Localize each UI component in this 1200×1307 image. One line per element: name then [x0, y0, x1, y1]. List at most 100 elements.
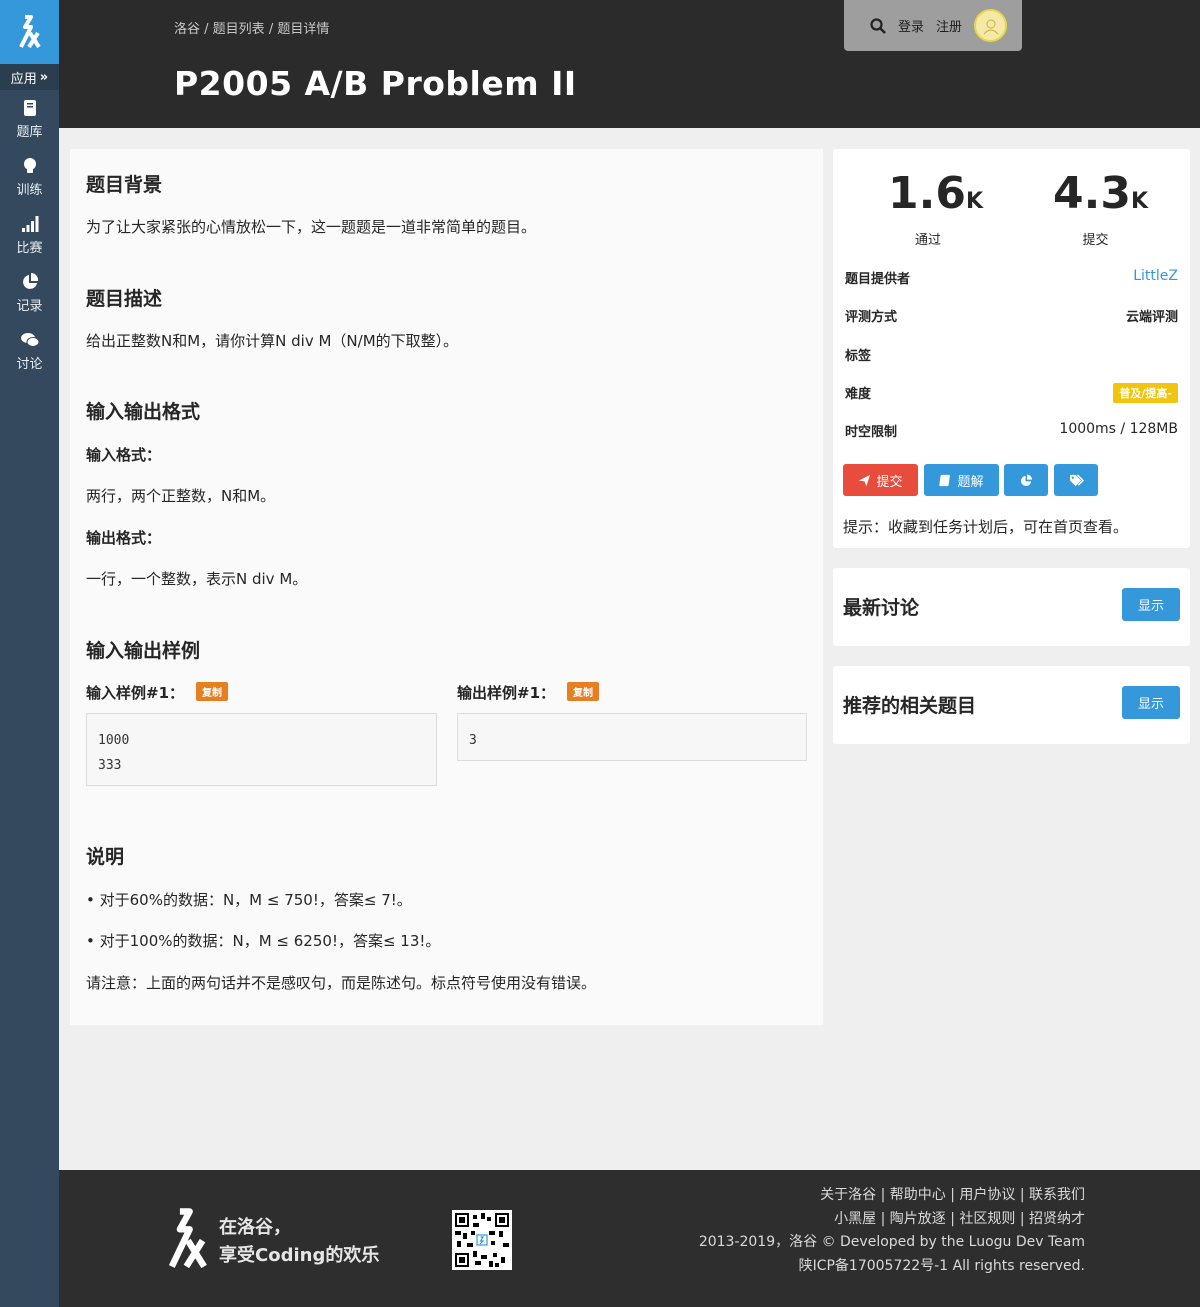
- input-sample-box[interactable]: 1000 333: [86, 713, 437, 786]
- breadcrumb-problem-list[interactable]: 题目列表: [213, 22, 265, 37]
- book-icon: [23, 99, 36, 116]
- footer-links-row[interactable]: 关于洛谷 | 帮助中心 | 用户协议 | 联系我们: [699, 1184, 1085, 1208]
- show-discussion-button[interactable]: 显示: [1122, 588, 1180, 621]
- sidebar-item-problems[interactable]: 题库: [0, 90, 59, 148]
- output-format-label: 输出格式：: [86, 529, 162, 547]
- user-nav: 登录 注册: [844, 0, 1022, 51]
- luogu-logo[interactable]: [0, 0, 59, 64]
- luogu-logo-icon: [168, 1208, 207, 1269]
- qr-code: [452, 1210, 512, 1270]
- breadcrumb-separator: /: [264, 22, 278, 37]
- footer-links-row[interactable]: 小黑屋 | 陶片放逐 | 社区规则 | 招贤纳才: [699, 1208, 1085, 1232]
- difficulty-label: 难度: [845, 387, 872, 402]
- info-row-limits: 时空限制 1000ms / 128MB: [845, 421, 1178, 441]
- sidebar-item-label: 讨论: [16, 356, 43, 372]
- related-title: 推荐的相关题目: [843, 695, 977, 717]
- background-text: 为了让大家紧张的心情放松一下，这一题题是一道非常简单的题目。: [86, 218, 537, 236]
- description-title: 题目描述: [86, 288, 163, 310]
- copy-output-button[interactable]: 复制: [567, 682, 600, 701]
- io-format-title: 输入输出格式: [86, 401, 201, 423]
- sidebar-item-label: 比赛: [16, 240, 43, 256]
- breadcrumb-home[interactable]: 洛谷: [174, 22, 200, 37]
- luogu-logo-icon: [18, 15, 41, 49]
- page-title: P2005 A/B Problem II: [174, 64, 577, 103]
- submitted-label: 提交: [1082, 233, 1109, 248]
- provider-link[interactable]: LittleZ: [1133, 268, 1178, 284]
- breadcrumb-separator: /: [200, 22, 213, 37]
- input-format-label: 输入格式：: [86, 446, 162, 464]
- judge-label: 评测方式: [845, 310, 898, 325]
- limit-label: 时空限制: [845, 425, 898, 440]
- breadcrumb: 洛谷 / 题目列表 / 题目详情: [174, 18, 329, 37]
- info-row-difficulty: 难度 普及/提高-: [845, 383, 1178, 403]
- description-text: 给出正整数N和M，请你计算N div M（N/M的下取整）。: [86, 332, 459, 350]
- avatar-placeholder-icon: [983, 19, 998, 34]
- output-sample-box[interactable]: 3: [457, 713, 807, 761]
- app-toggle[interactable]: 应用 »: [0, 64, 59, 90]
- slogan-line: 在洛谷，: [219, 1217, 291, 1238]
- note-line: 请注意：上面的两句话并不是感叹句，而是陈述句。标点符号使用没有错误。: [86, 974, 597, 992]
- footer-slogan: 在洛谷， 享受Coding的欢乐: [219, 1214, 379, 1270]
- note-line: • 对于60%的数据：N，M ≤ 750!，答案≤ 7!。: [86, 891, 412, 909]
- sidebar-item-records[interactable]: 记录: [0, 264, 59, 322]
- copy-input-button[interactable]: 复制: [196, 682, 229, 701]
- statistics-button[interactable]: [1004, 464, 1048, 496]
- sidebar-item-label: 题库: [16, 124, 43, 140]
- submit-button[interactable]: 提交: [843, 464, 918, 496]
- tags-icon: [1069, 473, 1084, 486]
- slogan-line: 享受Coding的欢乐: [219, 1245, 380, 1266]
- passed-stat: 1.6K 通过: [888, 168, 983, 249]
- background-title: 题目背景: [86, 174, 163, 196]
- footer: 在洛谷， 享受Coding的欢乐 关于洛谷 | 帮助中心 | 用户协议 | 联系…: [59, 1170, 1200, 1307]
- limit-value: 1000ms / 128MB: [1059, 421, 1178, 437]
- double-chevron-right-icon: »: [39, 69, 49, 85]
- output-format-text: 一行，一个整数，表示N div M。: [86, 570, 308, 588]
- output-sample-header: 输出样例#1： 复制: [457, 682, 600, 703]
- sidebar: 应用 » 题库 训练 比赛 记录 讨论: [0, 0, 59, 1307]
- qr-code-icon: [455, 1213, 509, 1267]
- note-line: • 对于100%的数据：N，M ≤ 6250!，答案≤ 13!。: [86, 932, 441, 950]
- footer-icp[interactable]: 陕ICP备17005722号-1 All rights reserved.: [699, 1255, 1085, 1279]
- favorite-hint: 提示：收藏到任务计划后，可在首页查看。: [843, 518, 1129, 536]
- signal-icon: [21, 215, 38, 232]
- show-related-button[interactable]: 显示: [1122, 686, 1180, 719]
- samples-title: 输入输出样例: [86, 640, 201, 662]
- tags-button[interactable]: [1054, 464, 1098, 496]
- tags-label: 标签: [845, 349, 872, 364]
- sidebar-item-contests[interactable]: 比赛: [0, 206, 59, 264]
- passed-count: 1.6: [888, 168, 966, 219]
- judge-value: 云端评测: [1125, 310, 1178, 325]
- submitted-unit: K: [1130, 189, 1149, 214]
- search-icon[interactable]: [870, 17, 886, 34]
- lightbulb-icon: [23, 157, 36, 173]
- notes-title: 说明: [86, 846, 125, 868]
- info-row-provider: 题目提供者 LittleZ: [845, 268, 1178, 288]
- difficulty-badge: 普及/提高-: [1113, 383, 1178, 403]
- problem-info-card: 1.6K 通过 4.3K 提交 题目提供者 LittleZ 评测方式 云端评测 …: [833, 149, 1190, 548]
- info-row-judge: 评测方式 云端评测: [845, 306, 1178, 326]
- sidebar-item-training[interactable]: 训练: [0, 148, 59, 206]
- footer-copyright: 2013-2019，洛谷 © Developed by the Luogu De…: [698, 1234, 1085, 1250]
- submit-label: 提交: [876, 474, 903, 490]
- book-icon: [939, 474, 951, 486]
- passed-unit: K: [965, 189, 984, 214]
- solution-button[interactable]: 题解: [924, 464, 999, 496]
- register-link[interactable]: 注册: [936, 16, 962, 35]
- header: 洛谷 / 题目列表 / 题目详情 P2005 A/B Problem II 登录…: [59, 0, 1200, 128]
- sidebar-item-label: 训练: [16, 182, 43, 198]
- submitted-stat: 4.3K 提交: [1053, 171, 1148, 249]
- problem-content-card: 题目背景 为了让大家紧张的心情放松一下，这一题题是一道非常简单的题目。 题目描述…: [70, 149, 823, 1025]
- latest-discussion-panel: 最新讨论 显示: [833, 568, 1190, 646]
- app-toggle-label: 应用: [10, 71, 37, 87]
- breadcrumb-current: 题目详情: [277, 22, 330, 37]
- sidebar-item-discuss[interactable]: 讨论: [0, 322, 59, 380]
- provider-label: 题目提供者: [845, 272, 911, 287]
- avatar[interactable]: [974, 9, 1008, 42]
- discussion-title: 最新讨论: [843, 597, 920, 619]
- login-link[interactable]: 登录: [898, 16, 924, 35]
- input-sample-label: 输入样例#1：: [86, 684, 185, 702]
- pie-chart-icon: [1020, 473, 1032, 486]
- paper-plane-icon: [859, 474, 871, 486]
- output-sample-label: 输出样例#1：: [457, 684, 556, 702]
- solution-label: 题解: [957, 474, 984, 490]
